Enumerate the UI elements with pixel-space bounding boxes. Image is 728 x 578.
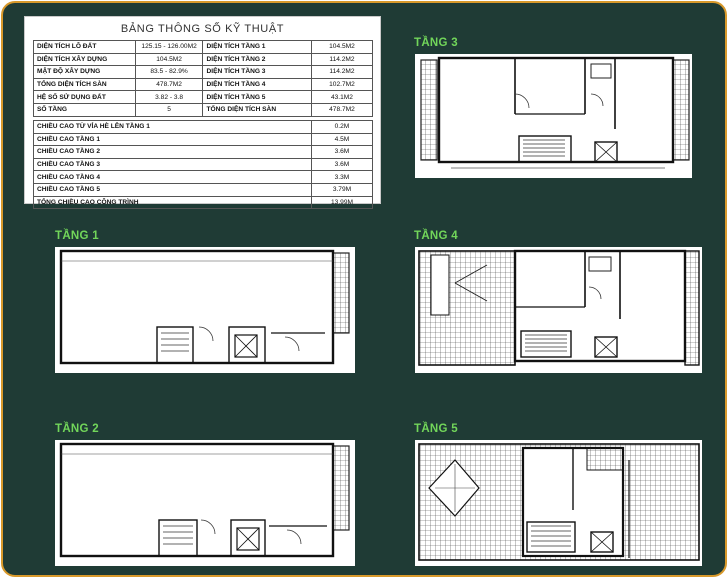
spec-label: DIỆN TÍCH TẦNG 1	[202, 40, 312, 54]
spec-height-row: CHIỀU CAO TẦNG 5 3.79M	[33, 182, 374, 197]
spec-label: SỐ TẦNG	[33, 102, 136, 117]
spec-area-row: TỔNG DIỆN TÍCH SÀN 478.7M2 DIỆN TÍCH TẦNG …	[33, 77, 374, 92]
spec-area-row: DIỆN TÍCH XÂY DỰNG 104.5M2 DIỆN TÍCH TẦNG …	[33, 52, 374, 67]
height-value: 3.6M	[310, 145, 374, 159]
spec-value: 125.15 - 126.00M2	[134, 40, 204, 54]
height-value: 13.99M	[310, 195, 374, 210]
height-value: 4.5M	[310, 132, 374, 147]
floor-4-label: TẦNG 4	[414, 230, 458, 242]
spec-area-row: HỆ SỐ SỬ DỤNG ĐẤT 3.82 - 3.8 DIỆN TÍCH TẦN…	[33, 90, 374, 104]
floor-5-label: TẦNG 5	[414, 423, 458, 435]
floor-3-drawing	[420, 56, 690, 169]
height-value: 3.79M	[310, 182, 374, 197]
height-label: CHIỀU CAO TẦNG 4	[33, 170, 312, 184]
spec-height-row: TỔNG CHIỀU CAO CÔNG TRÌNH 13.99M	[33, 195, 374, 210]
spec-value: 478.7M2	[134, 77, 204, 92]
spec-value: 102.7M2	[310, 77, 374, 92]
spec-height-row: CHIỀU CAO TẦNG 1 4.5M	[33, 132, 374, 147]
spec-table-card: BẢNG THÔNG SỐ KỸ THUẬT DIỆN TÍCH LÔ ĐẤT 1…	[24, 16, 381, 210]
spec-value: 114.2M2	[310, 52, 374, 67]
height-label: CHIỀU CAO TỪ VỈA HÈ LÊN TẦNG 1	[33, 120, 312, 134]
spec-label: HỆ SỐ SỬ DỤNG ĐẤT	[33, 90, 136, 104]
height-label: CHIỀU CAO TẦNG 5	[33, 182, 312, 197]
spec-area-table: DIỆN TÍCH LÔ ĐẤT 125.15 - 126.00M2 DIỆN TÍ…	[33, 40, 374, 117]
poster-frame: BẢNG THÔNG SỐ KỸ THUẬT DIỆN TÍCH LÔ ĐẤT 1…	[1, 1, 727, 577]
spec-label: MẬT ĐỘ XÂY DỰNG	[33, 65, 136, 79]
spec-area-row: DIỆN TÍCH LÔ ĐẤT 125.15 - 126.00M2 DIỆN TÍ…	[33, 40, 374, 54]
spec-value: 104.5M2	[134, 52, 204, 67]
spec-label: TỔNG DIỆN TÍCH SÀN	[202, 102, 312, 117]
spec-label: TỔNG DIỆN TÍCH SÀN	[33, 77, 136, 92]
floor-2-drawing	[59, 442, 350, 558]
spec-value: 83.5 - 82.9%	[134, 65, 204, 79]
height-label: CHIỀU CAO TẦNG 3	[33, 157, 312, 172]
floor-5-drawing	[418, 443, 700, 561]
height-value: 3.6M	[310, 157, 374, 172]
spec-height-row: CHIỀU CAO TẦNG 4 3.3M	[33, 170, 374, 184]
spec-value: 114.2M2	[310, 65, 374, 79]
spec-value: 104.5M2	[310, 40, 374, 54]
spec-title: BẢNG THÔNG SỐ KỸ THUẬT	[120, 23, 285, 35]
floor-3-label: TẦNG 3	[414, 37, 458, 49]
floor-2-plan	[55, 440, 355, 566]
spec-label: DIỆN TÍCH TẦNG 5	[202, 90, 312, 104]
spec-value: 5	[134, 102, 204, 117]
spec-area-row: SỐ TẦNG 5 TỔNG DIỆN TÍCH SÀN 478.7M2	[33, 102, 374, 117]
height-value: 0.2M	[310, 120, 374, 134]
spec-label: DIỆN TÍCH TẦNG 4	[202, 77, 312, 92]
floor-1-drawing	[59, 249, 350, 365]
spec-value: 3.82 - 3.8	[134, 90, 204, 104]
floor-4-plan	[415, 247, 702, 373]
floor-1-plan	[55, 247, 355, 373]
spec-height-table: CHIỀU CAO TỪ VỈA HÈ LÊN TẦNG 1 0.2M CHIỀU …	[33, 120, 374, 210]
spec-height-row: CHIỀU CAO TẦNG 2 3.6M	[33, 145, 374, 159]
floor-4-drawing	[418, 249, 700, 366]
spec-area-row: MẬT ĐỘ XÂY DỰNG 83.5 - 82.9% DIỆN TÍCH TẦN…	[33, 65, 374, 79]
spec-label: DIỆN TÍCH LÔ ĐẤT	[33, 40, 136, 54]
height-value: 3.3M	[310, 170, 374, 184]
spec-label: DIỆN TÍCH TẦNG 2	[202, 52, 312, 67]
height-label: CHIỀU CAO TẦNG 2	[33, 145, 312, 159]
spec-label: DIỆN TÍCH XÂY DỰNG	[33, 52, 136, 67]
spec-value: 43.1M2	[310, 90, 374, 104]
height-label: TỔNG CHIỀU CAO CÔNG TRÌNH	[33, 195, 312, 210]
height-label: CHIỀU CAO TẦNG 1	[33, 132, 312, 147]
spec-label: DIỆN TÍCH TẦNG 3	[202, 65, 312, 79]
floor-5-plan	[415, 440, 702, 566]
floor-2-label: TẦNG 2	[55, 423, 99, 435]
floor-1-label: TẦNG 1	[55, 230, 99, 242]
spec-height-row: CHIỀU CAO TẦNG 3 3.6M	[33, 157, 374, 172]
floor-3-plan	[415, 54, 692, 178]
spec-height-row: CHIỀU CAO TỪ VỈA HÈ LÊN TẦNG 1 0.2M	[33, 120, 374, 134]
spec-value: 478.7M2	[310, 102, 374, 117]
